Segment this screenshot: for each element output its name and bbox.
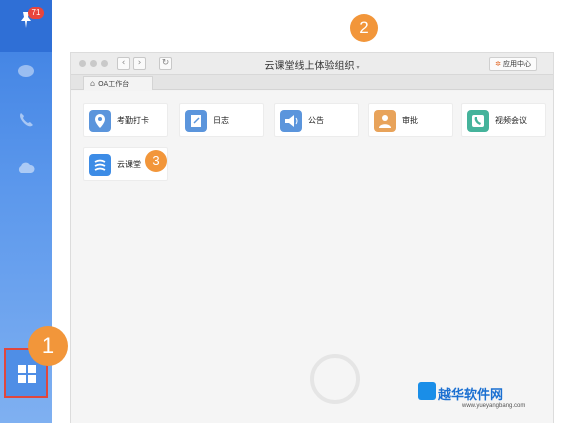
phone-video-icon (467, 110, 489, 132)
tab-oa-workbench[interactable]: ⌂ OA工作台 (83, 76, 153, 90)
wifi-logo-icon (418, 382, 436, 400)
app-label: 考勤打卡 (117, 116, 149, 125)
window-title: 云课堂线上体验组织 (264, 61, 355, 72)
step-marker-1: 1 (28, 326, 68, 366)
organization-switcher[interactable]: 云课堂线上体验组织 ▾ (71, 57, 553, 72)
chat-icon[interactable] (16, 62, 36, 82)
tab-bar: ⌂ OA工作台 (71, 75, 553, 90)
step-marker-3: 3 (145, 150, 167, 172)
app-card-attendance[interactable]: 考勤打卡 (83, 103, 168, 137)
person-icon (374, 110, 396, 132)
megaphone-icon (280, 110, 302, 132)
app-card-announcement[interactable]: 公告 (274, 103, 359, 137)
step-marker-2: 2 (350, 14, 378, 42)
cloud-classroom-icon (89, 154, 111, 176)
app-center-button[interactable]: ✲ 应用中心 (489, 57, 537, 71)
watermark-logo (310, 354, 360, 404)
notification-badge: 71 (28, 7, 44, 19)
app-center-label: 应用中心 (503, 60, 531, 68)
cloud-icon[interactable] (16, 158, 36, 178)
app-card-video-conference[interactable]: 视频会议 (461, 103, 546, 137)
app-label: 云课堂 (117, 160, 141, 169)
app-label: 视频会议 (495, 116, 527, 125)
app-card-approval[interactable]: 审批 (368, 103, 453, 137)
app-label: 公告 (308, 116, 324, 125)
apps-grid-icon (18, 365, 36, 383)
watermark-url: www.yueyangbang.com (462, 403, 526, 409)
phone-icon[interactable] (16, 110, 36, 130)
gear-icon: ✲ (495, 60, 501, 68)
edit-note-icon (185, 110, 207, 132)
app-label: 日志 (213, 116, 229, 125)
location-pin-icon (89, 110, 111, 132)
app-card-log[interactable]: 日志 (179, 103, 264, 137)
title-bar: ‹ › ↻ 云课堂线上体验组织 ▾ ✲ 应用中心 (71, 53, 553, 75)
app-label: 审批 (402, 116, 418, 125)
watermark-site: 越华软件网 (438, 387, 504, 402)
sidebar-top: 71 (0, 0, 52, 52)
tab-label: OA工作台 (98, 80, 130, 88)
chevron-down-icon: ▾ (356, 64, 360, 71)
home-icon: ⌂ (90, 79, 96, 88)
